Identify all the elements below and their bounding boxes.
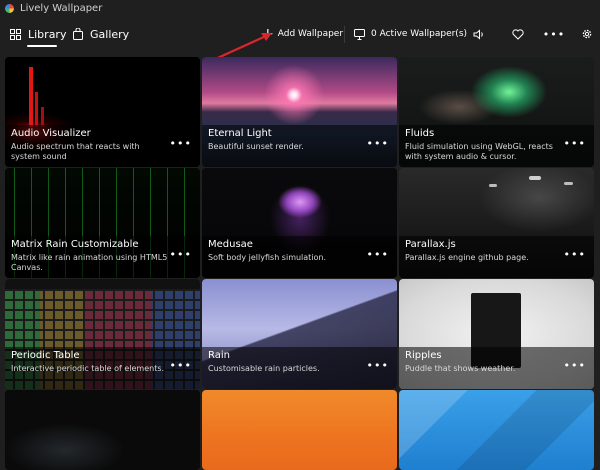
wallpaper-description: Fluid simulation using WebGL, reacts wit… [405, 142, 553, 161]
wallpaper-title: Matrix Rain Customizable [11, 239, 139, 250]
active-wallpapers-button[interactable]: 0 Active Wallpaper(s) [354, 24, 467, 44]
title-bar: Lively Wallpaper [0, 0, 600, 16]
wallpaper-title: Rain [208, 350, 230, 361]
more-options-button[interactable]: ••• [542, 26, 566, 42]
tab-gallery[interactable]: Gallery [73, 24, 129, 44]
wallpaper-title: Eternal Light [208, 128, 272, 139]
wallpaper-card-periodic-table[interactable]: Periodic Table Interactive periodic tabl… [5, 279, 200, 389]
wallpaper-card-parallax[interactable]: Parallax.js Parallax.js engine github pa… [399, 168, 594, 278]
wallpaper-title: Medusae [208, 239, 253, 250]
wallpaper-title: Parallax.js [405, 239, 456, 250]
settings-button[interactable] [579, 26, 595, 42]
wallpaper-thumbnail [399, 390, 594, 470]
wallpaper-title: Ripples [405, 350, 442, 361]
card-more-button[interactable]: ••• [367, 137, 389, 150]
wallpaper-card-ripples[interactable]: Ripples Puddle that shows weather. ••• [399, 279, 594, 389]
top-navigation: Library Gallery + Add Wallpaper 0 Active… [0, 18, 600, 50]
wallpaper-card-partial-3[interactable] [399, 390, 594, 470]
wallpaper-description: Customisable rain particles. [208, 364, 320, 373]
gear-icon [582, 29, 592, 39]
wallpaper-card-rain[interactable]: Rain Customisable rain particles. ••• [202, 279, 397, 389]
add-wallpaper-button[interactable]: + Add Wallpaper [262, 24, 343, 44]
wallpaper-card-partial-2[interactable] [202, 390, 397, 470]
volume-button[interactable] [471, 26, 487, 42]
monitor-icon [354, 28, 365, 40]
tab-gallery-label: Gallery [90, 27, 130, 41]
tab-library[interactable]: Library [10, 24, 66, 44]
favorites-button[interactable] [510, 26, 526, 42]
add-wallpaper-label: Add Wallpaper [277, 29, 344, 39]
wallpaper-thumbnail [202, 390, 397, 470]
app-logo-icon [5, 3, 14, 13]
library-grid-icon [10, 28, 21, 40]
speaker-icon [473, 28, 483, 40]
card-more-button[interactable]: ••• [564, 248, 586, 261]
card-more-button[interactable]: ••• [367, 359, 389, 372]
more-dots-icon: ••• [542, 27, 566, 41]
wallpaper-description: Beautiful sunset render. [208, 142, 304, 151]
wallpaper-thumbnail [5, 390, 200, 470]
gallery-bag-icon [73, 28, 83, 40]
card-more-button[interactable]: ••• [170, 248, 192, 261]
app-title: Lively Wallpaper [20, 2, 103, 14]
heart-icon [512, 28, 524, 40]
card-more-button[interactable]: ••• [564, 137, 586, 150]
wallpaper-card-medusae[interactable]: Medusae Soft body jellyfish simulation. … [202, 168, 397, 278]
card-more-button[interactable]: ••• [170, 137, 192, 150]
wallpaper-title: Fluids [405, 128, 435, 139]
card-more-button[interactable]: ••• [564, 359, 586, 372]
wallpaper-description: Audio spectrum that reacts with system s… [11, 142, 140, 161]
tab-library-label: Library [28, 27, 67, 41]
active-wallpapers-label: 0 Active Wallpaper(s) [371, 29, 468, 39]
toolbar-divider [344, 26, 345, 43]
wallpaper-card-audio-visualizer[interactable]: Audio Visualizer Audio spectrum that rea… [5, 57, 200, 167]
wallpaper-title: Periodic Table [11, 350, 80, 361]
wallpaper-card-eternal-light[interactable]: Eternal Light Beautiful sunset render. •… [202, 57, 397, 167]
card-more-button[interactable]: ••• [367, 248, 389, 261]
wallpaper-card-partial-1[interactable] [5, 390, 200, 470]
wallpaper-description: Matrix like rain animation using HTML5 C… [11, 253, 168, 272]
active-tab-indicator [27, 45, 57, 47]
wallpaper-description: Parallax.js engine github page. [405, 253, 529, 262]
wallpaper-description: Interactive periodic table of elements. [11, 364, 165, 373]
card-more-button[interactable]: ••• [170, 359, 192, 372]
wallpaper-description: Puddle that shows weather. [405, 364, 516, 373]
wallpaper-title: Audio Visualizer [11, 128, 91, 139]
wallpaper-description: Soft body jellyfish simulation. [208, 253, 327, 262]
plus-icon: + [262, 26, 274, 42]
wallpaper-card-matrix-rain[interactable]: Matrix Rain Customizable Matrix like rai… [5, 168, 200, 278]
wallpaper-card-fluids[interactable]: Fluids Fluid simulation using WebGL, rea… [399, 57, 594, 167]
